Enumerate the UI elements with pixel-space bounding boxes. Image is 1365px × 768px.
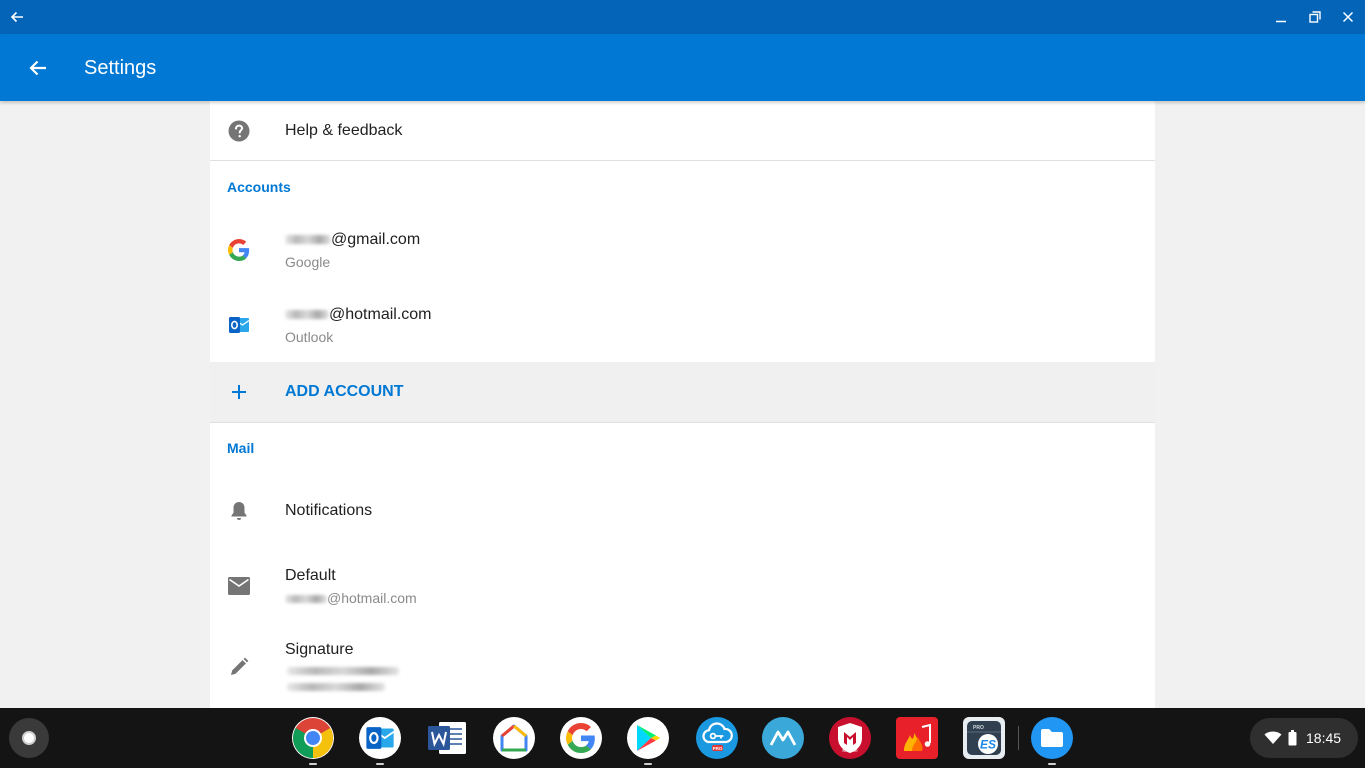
restore-button[interactable] [1298, 0, 1332, 34]
svg-text:ES: ES [980, 738, 996, 752]
system-shelf [0, 708, 1365, 768]
vpn-app-icon[interactable]: PRO [696, 717, 738, 759]
account-type: Outlook [285, 329, 334, 345]
account-email: @hotmail.com [285, 306, 432, 324]
arrow-left-icon [10, 11, 23, 23]
mail-section-header: Mail [227, 440, 255, 456]
files-app-icon[interactable] [1031, 717, 1073, 759]
running-indicator [644, 763, 652, 765]
help-feedback-label: Help & feedback [285, 122, 403, 139]
pencil-icon [227, 655, 251, 679]
launcher-icon [22, 731, 36, 745]
mcafee-app-icon[interactable]: McAfee [829, 717, 871, 759]
running-indicator [309, 763, 317, 765]
account-email: @gmail.com [285, 231, 420, 249]
help-feedback-item[interactable]: Help & feedback [210, 101, 1155, 160]
default-value: @hotmail.com [285, 590, 417, 606]
status-tray[interactable]: 18:45 [1250, 718, 1358, 758]
running-indicator [376, 763, 384, 765]
arrow-left-icon [29, 60, 46, 76]
add-account-button[interactable]: ADD ACCOUNT [210, 362, 1155, 422]
google-icon [227, 238, 251, 262]
close-icon [1342, 11, 1354, 23]
google-home-app-icon[interactable] [493, 717, 535, 759]
minimize-button[interactable] [1264, 0, 1298, 34]
help-icon [227, 119, 251, 143]
add-account-label: ADD ACCOUNT [285, 383, 404, 400]
signature-label: Signature [285, 641, 354, 658]
outlook-app-icon[interactable] [359, 717, 401, 759]
redacted-text [285, 310, 329, 320]
word-app-icon[interactable] [426, 717, 468, 759]
redacted-text [285, 595, 327, 604]
svg-text:PRO: PRO [973, 725, 984, 731]
m-app-icon[interactable] [762, 717, 804, 759]
redacted-text [287, 683, 385, 691]
account-type: Google [285, 254, 331, 270]
window-title-bar [0, 0, 1365, 34]
plus-icon [227, 380, 251, 404]
page-title: Settings [84, 57, 157, 79]
play-store-app-icon[interactable] [627, 717, 669, 759]
clock: 18:45 [1306, 730, 1342, 746]
signature-item[interactable]: Signature [210, 623, 1155, 708]
es-file-explorer-app-icon[interactable]: PRO ES [963, 717, 1005, 759]
restore-icon [1309, 11, 1321, 23]
app-bar: Settings [0, 34, 1365, 101]
account-item-gmail[interactable]: @gmail.com Google [210, 211, 1155, 286]
window-back-button[interactable] [0, 0, 34, 34]
battery-icon [1288, 730, 1297, 746]
notifications-item[interactable]: Notifications [210, 473, 1155, 549]
svg-text:PRO: PRO [713, 746, 723, 751]
wifi-icon [1264, 731, 1282, 744]
divider [210, 422, 1155, 423]
running-indicator [1048, 763, 1056, 765]
launcher-button[interactable] [9, 718, 49, 758]
account-item-outlook[interactable]: @hotmail.com Outlook [210, 286, 1155, 362]
outlook-icon [227, 313, 251, 337]
settings-back-button[interactable] [20, 50, 56, 86]
notifications-label: Notifications [285, 502, 373, 519]
signature-preview [287, 667, 399, 691]
default-label: Default [285, 567, 336, 584]
bell-icon [227, 499, 251, 523]
shelf-separator [1018, 726, 1019, 750]
divider [210, 160, 1155, 161]
google-app-icon[interactable] [560, 717, 602, 759]
music-app-icon[interactable] [896, 717, 938, 759]
redacted-text [285, 235, 331, 245]
chrome-app-icon[interactable] [292, 717, 334, 759]
accounts-section-header: Accounts [227, 179, 291, 195]
minimize-icon [1276, 20, 1286, 23]
settings-panel: Help & feedback Accounts @gmail.com Goog… [210, 101, 1155, 708]
mail-icon [227, 574, 251, 598]
redacted-text [287, 667, 399, 675]
default-account-item[interactable]: Default @hotmail.com [210, 549, 1155, 623]
svg-text:McAfee: McAfee [842, 748, 858, 753]
close-button[interactable] [1331, 0, 1365, 34]
